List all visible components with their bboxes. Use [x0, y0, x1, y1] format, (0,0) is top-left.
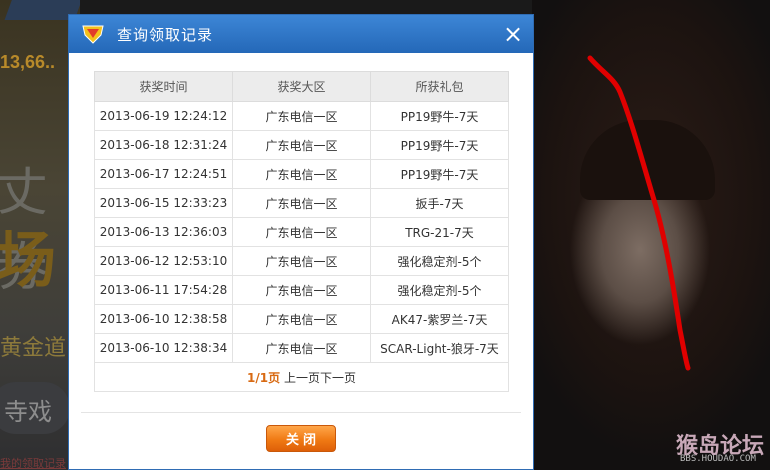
cell-time: 2013-06-10 12:38:34	[94, 333, 233, 363]
cell-region: 广东电信一区	[232, 101, 371, 131]
table-header-row: 获奖时间 获奖大区 所获礼包	[94, 71, 509, 102]
table-row: 2013-06-10 12:38:34 广东电信一区 SCAR-Light-狼牙…	[94, 333, 509, 363]
cell-region: 广东电信一区	[232, 275, 371, 305]
cell-gift: 强化稳定剂-5个	[370, 275, 509, 305]
cell-gift: SCAR-Light-狼牙-7天	[370, 333, 509, 363]
table-row: 2013-06-17 12:24:51 广东电信一区 PP19野牛-7天	[94, 159, 509, 189]
table-row: 2013-06-15 12:33:23 广东电信一区 扳手-7天	[94, 188, 509, 218]
next-page-link[interactable]: 下一页	[320, 371, 356, 385]
column-header-region: 获奖大区	[232, 71, 371, 102]
table-row: 2013-06-18 12:31:24 广东电信一区 PP19野牛-7天	[94, 130, 509, 160]
cell-time: 2013-06-18 12:31:24	[94, 130, 233, 160]
cell-time: 2013-06-13 12:36:03	[94, 217, 233, 247]
page-indicator: 1/1页	[247, 370, 281, 385]
prev-page-link[interactable]: 上一页	[284, 371, 320, 385]
records-table: 获奖时间 获奖大区 所获礼包 2013-06-19 12:24:12 广东电信一…	[94, 71, 509, 392]
cell-region: 广东电信一区	[232, 246, 371, 276]
dialog-titlebar[interactable]: 查询领取记录 ×	[69, 15, 533, 53]
background-gold-text: 黄金道	[0, 336, 67, 361]
cell-region: 广东电信一区	[232, 130, 371, 160]
cell-time: 2013-06-19 12:24:12	[94, 101, 233, 131]
background-banner-char: 场	[0, 226, 56, 296]
table-row: 2013-06-10 12:38:58 广东电信一区 AK47-紫罗兰-7天	[94, 304, 509, 334]
pagination: 1/1页 上一页下一页	[94, 362, 509, 392]
cell-gift: PP19野牛-7天	[370, 130, 509, 160]
background-game-button: 寺戏	[0, 382, 70, 434]
cell-gift: PP19野牛-7天	[370, 159, 509, 189]
cell-gift: AK47-紫罗兰-7天	[370, 304, 509, 334]
close-button[interactable]: 关闭	[266, 425, 336, 452]
cell-time: 2013-06-10 12:38:58	[94, 304, 233, 334]
cell-time: 2013-06-12 12:53:10	[94, 246, 233, 276]
cell-region: 广东电信一区	[232, 188, 371, 218]
cell-gift: 扳手-7天	[370, 188, 509, 218]
pagination-row: 1/1页 上一页下一页	[94, 362, 509, 392]
cell-time: 2013-06-17 12:24:51	[94, 159, 233, 189]
background-price-text: 13,66..	[0, 52, 56, 72]
footer-divider	[81, 412, 521, 413]
cell-gift: 强化稳定剂-5个	[370, 246, 509, 276]
query-records-dialog: 查询领取记录 × 获奖时间 获奖大区 所获礼包 2013-06-19 12:24…	[68, 14, 534, 470]
shield-logo-icon	[81, 23, 105, 45]
cell-gift: PP19野牛-7天	[370, 101, 509, 131]
cell-time: 2013-06-11 17:54:28	[94, 275, 233, 305]
cell-region: 广东电信一区	[232, 159, 371, 189]
red-annotation-stroke	[587, 55, 691, 371]
dialog-footer: 关闭	[69, 425, 533, 452]
cell-gift: TRG-21-7天	[370, 217, 509, 247]
table-row: 2013-06-12 12:53:10 广东电信一区 强化稳定剂-5个	[94, 246, 509, 276]
cell-time: 2013-06-15 12:33:23	[94, 188, 233, 218]
background-photo	[532, 0, 770, 470]
column-header-time: 获奖时间	[94, 71, 233, 102]
table-row: 2013-06-11 17:54:28 广东电信一区 强化稳定剂-5个	[94, 275, 509, 305]
watermark-url: BBS.HOUDAO.COM	[680, 454, 756, 464]
table-row: 2013-06-13 12:36:03 广东电信一区 TRG-21-7天	[94, 217, 509, 247]
dialog-content: 获奖时间 获奖大区 所获礼包 2013-06-19 12:24:12 广东电信一…	[69, 53, 533, 392]
cell-region: 广东电信一区	[232, 217, 371, 247]
table-row: 2013-06-19 12:24:12 广东电信一区 PP19野牛-7天	[94, 101, 509, 131]
column-header-gift: 所获礼包	[370, 71, 509, 102]
cell-region: 广东电信一区	[232, 333, 371, 363]
cell-region: 广东电信一区	[232, 304, 371, 334]
dialog-title: 查询领取记录	[117, 25, 214, 44]
my-records-link: 我的领取记录	[0, 457, 66, 470]
close-icon[interactable]: ×	[499, 20, 527, 48]
